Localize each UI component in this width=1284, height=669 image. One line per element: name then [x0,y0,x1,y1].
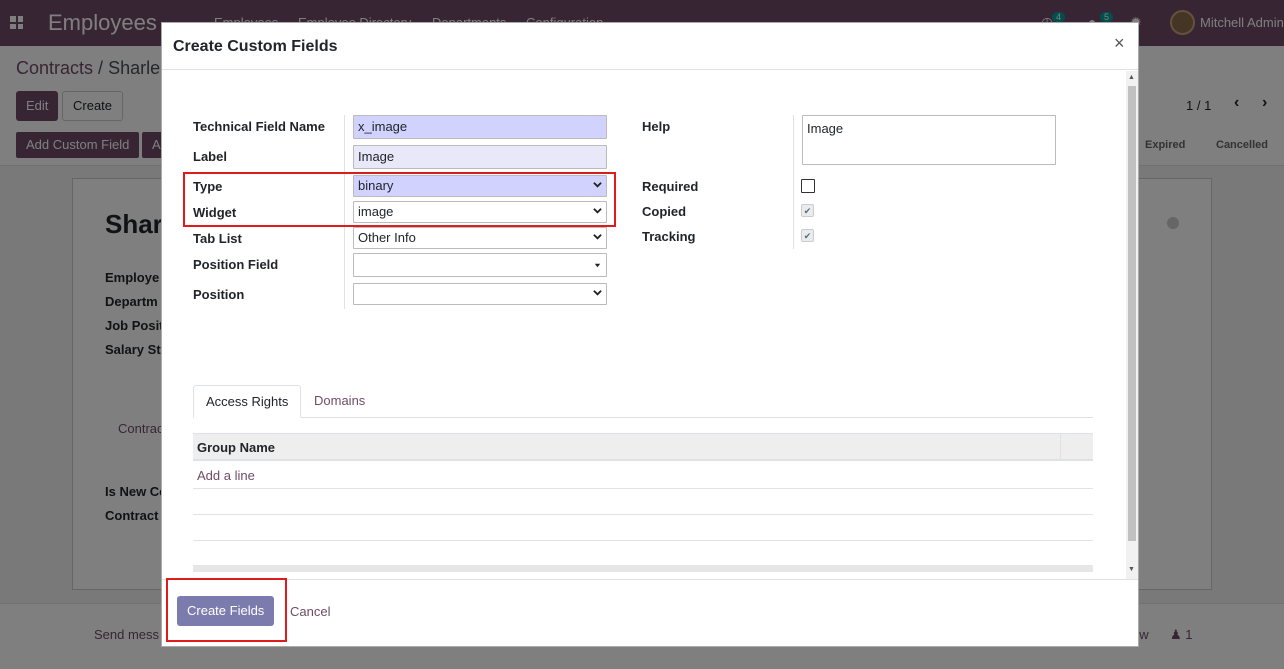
group-name-column-header[interactable]: Group Name [197,440,275,455]
dialog-scrollbar[interactable]: ▲ ▼ [1126,71,1138,579]
dialog-header: Create Custom Fields × [162,23,1138,70]
chevron-down-icon [593,234,602,240]
close-icon[interactable]: × [1114,33,1125,54]
help-label: Help [642,119,671,134]
create-button-highlight-box [166,578,287,642]
type-widget-highlight-box [183,172,616,227]
scroll-thumb[interactable] [1128,86,1136,541]
required-label: Required [642,179,699,194]
copied-checkbox[interactable]: ✔ [801,204,814,217]
table-row: Add a line [193,463,1093,489]
label-input[interactable]: Image [353,145,607,169]
technical-field-name-label: Technical Field Name [193,119,325,134]
column-separator [1060,434,1061,460]
table-header: Group Name [193,433,1093,461]
table-row [193,541,1093,567]
label-label: Label [193,149,227,164]
dialog-tabs: Access Rights Domains [193,385,1093,418]
dialog-body: Technical Field Name Label Type Widget T… [162,71,1138,579]
scroll-up-icon[interactable]: ▲ [1128,74,1135,81]
right-group-divider [793,115,794,249]
tab-domains[interactable]: Domains [302,385,377,418]
position-field-label: Position Field [193,257,279,272]
position-select[interactable] [353,283,607,305]
scroll-down-icon[interactable]: ▼ [1128,566,1135,573]
cancel-button[interactable]: Cancel [290,604,330,619]
position-label: Position [193,287,245,302]
technical-field-name-input[interactable]: x_image [353,115,607,139]
tab-list-select-value: Other Info [358,230,416,245]
tracking-checkbox[interactable]: ✔ [801,229,814,242]
required-checkbox[interactable] [801,179,815,193]
add-a-line-link[interactable]: Add a line [197,468,255,483]
tab-list-select[interactable]: Other Info [353,227,607,249]
caret-down-icon [594,263,601,268]
tab-access-rights[interactable]: Access Rights [193,385,302,418]
create-custom-fields-dialog: Create Custom Fields × Technical Field N… [161,22,1139,647]
tracking-label: Tracking [642,229,696,244]
chevron-down-icon [593,290,602,296]
table-row [193,489,1093,515]
position-field-select[interactable] [353,253,607,277]
table-footer [193,565,1093,572]
help-textarea[interactable]: Image [802,115,1056,165]
copied-label: Copied [642,204,687,219]
dialog-title: Create Custom Fields [173,38,338,55]
dialog-footer: Create Fields Cancel [162,579,1138,648]
table-row [193,515,1093,541]
tab-list-label: Tab List [193,231,242,246]
